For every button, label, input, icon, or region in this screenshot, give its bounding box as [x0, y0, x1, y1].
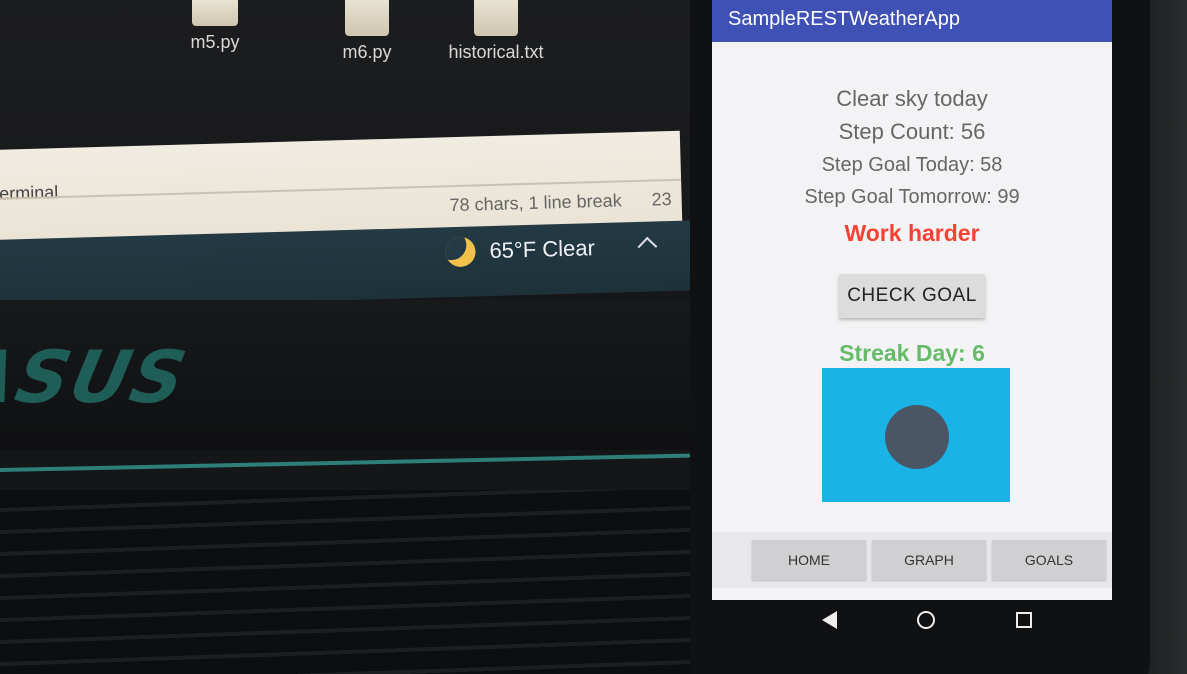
moon-icon: [445, 236, 476, 268]
main-content: Clear sky today Step Count: 56 Step Goal…: [712, 42, 1112, 532]
app-title: SampleRESTWeatherApp: [728, 8, 960, 30]
notepad-status: 78 chars, 1 line break: [449, 190, 622, 216]
tab-goals[interactable]: GOALS: [992, 540, 1106, 580]
check-goal-button[interactable]: CHECK GOAL: [839, 274, 985, 318]
asus-logo: ASUS: [0, 335, 195, 419]
chevron-up-icon[interactable]: [637, 236, 658, 257]
home-icon[interactable]: [917, 611, 936, 629]
step-goal-today: Step Goal Today: 58: [821, 154, 1003, 176]
desktop-file-m5[interactable]: m5.py: [160, 0, 270, 53]
text-file-icon: [474, 0, 518, 36]
streak-label: Streak Day: 6: [839, 340, 985, 366]
streak-image: [822, 368, 1010, 502]
tab-graph[interactable]: GRAPH: [872, 540, 986, 580]
tab-home[interactable]: HOME: [752, 540, 866, 580]
bottom-tab-bar: HOME GRAPH GOALS: [712, 532, 1112, 588]
python-file-icon: [345, 0, 389, 36]
weather-summary: Clear sky today: [836, 86, 988, 111]
phone-screen: SampleRESTWeatherApp Clear sky today Ste…: [712, 0, 1112, 600]
notepad-title: erminal: [0, 182, 59, 204]
file-name: historical.txt: [448, 42, 544, 62]
python-file-icon: [192, 0, 238, 26]
feedback-message: Work harder: [844, 220, 980, 246]
file-name: m5.py: [190, 32, 240, 52]
file-name: m6.py: [342, 42, 392, 62]
app-bar: SampleRESTWeatherApp: [712, 0, 1112, 42]
circle-icon: [885, 405, 949, 469]
step-goal-tomorrow: Step Goal Tomorrow: 99: [804, 186, 1020, 208]
recents-icon[interactable]: [1015, 612, 1032, 628]
desktop-file-m6[interactable]: m6.py: [312, 0, 422, 63]
system-nav-bar: [712, 600, 1112, 640]
step-count: Step Count: 56: [838, 119, 986, 144]
weather-text: 65°F Clear: [489, 235, 596, 264]
taskbar-weather[interactable]: 65°F Clear: [445, 233, 596, 268]
notepad-column: 23: [651, 188, 672, 210]
laptop-trim: [0, 453, 700, 472]
back-icon[interactable]: [822, 611, 838, 629]
laptop-keyboard: [0, 490, 700, 674]
laptop-screen: m5.py m6.py historical.txt erminal 78 ch…: [0, 0, 692, 310]
desktop-file-historical[interactable]: historical.txt: [438, 0, 554, 63]
